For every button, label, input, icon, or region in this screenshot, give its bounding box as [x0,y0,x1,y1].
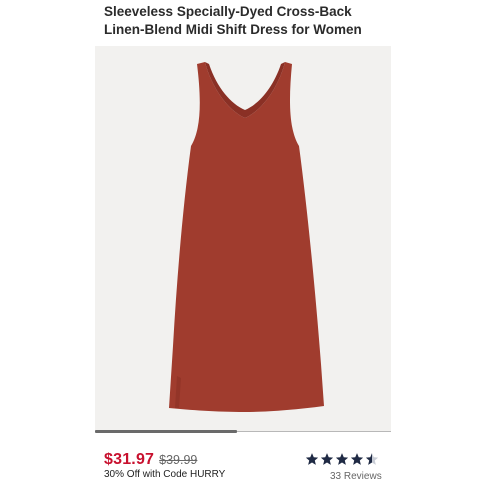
star-icon [350,453,364,465]
sale-price: $31.97 [104,451,155,468]
star-icon [305,453,319,465]
star-half-icon [365,453,379,465]
original-price: $39.99 [159,453,198,467]
dress-illustration [169,62,324,412]
promo-code-text: 30% Off with Code HURRY [104,469,226,480]
product-image[interactable] [95,46,391,431]
star-icon [320,453,334,465]
review-count-link[interactable]: 33 Reviews [330,471,382,482]
product-title-line-1: Sleeveless Specially-Dyed Cross-Back [104,4,352,19]
product-title: Sleeveless Specially-Dyed Cross-Back Lin… [104,3,404,39]
image-carousel-progress[interactable] [95,430,391,433]
star-icon [335,453,349,465]
carousel-progress-thumb [95,430,238,433]
product-title-line-2: Linen-Blend Midi Shift Dress for Women [104,22,362,37]
star-rating[interactable] [305,452,379,466]
